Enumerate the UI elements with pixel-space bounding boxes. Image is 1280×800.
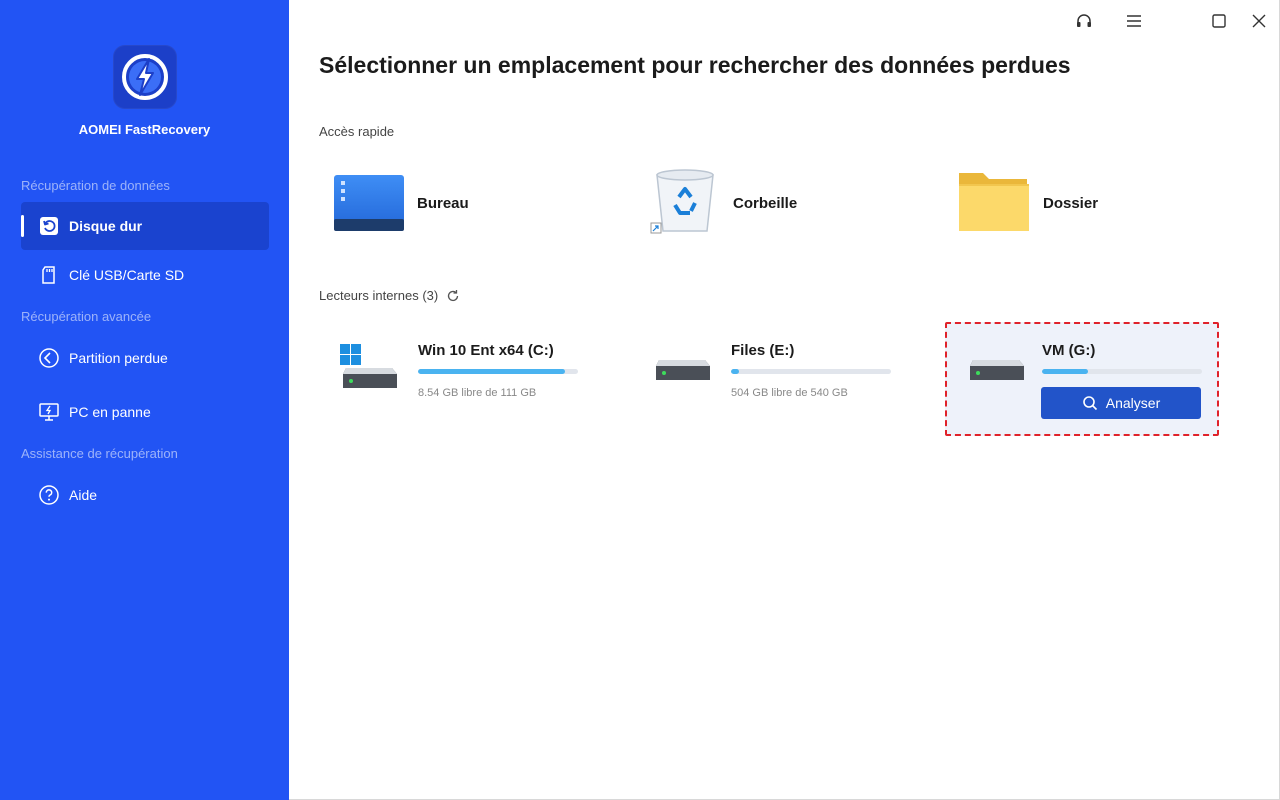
partition-icon [37, 346, 61, 370]
sidebar-item-label: PC en panne [69, 404, 151, 420]
app-name: AOMEI FastRecovery [78, 122, 211, 137]
quick-item-folder[interactable]: Dossier [957, 165, 1098, 241]
section-data-recovery: Récupération de données [21, 178, 170, 193]
quick-item-label: Dossier [1043, 194, 1099, 212]
analyze-button[interactable]: Analyser [1041, 387, 1201, 419]
page-title: Sélectionner un emplacement pour recherc… [319, 52, 1071, 78]
drive-free-space: 8.54 GB libre de 111 GB [418, 387, 537, 399]
hard-drive-icon [967, 358, 1027, 395]
crashed-pc-icon [37, 400, 61, 424]
sidebar-item-label: Partition perdue [69, 350, 168, 366]
drive-name: VM (G:) [1042, 342, 1096, 359]
help-icon [37, 483, 61, 507]
close-icon[interactable] [1248, 10, 1270, 32]
folder-icon [957, 169, 1031, 238]
quick-item-label: Corbeille [733, 194, 798, 212]
sidebar-item-label: Clé USB/Carte SD [69, 267, 185, 283]
refresh-icon[interactable] [446, 289, 460, 303]
sidebar-item-help[interactable]: Aide [21, 471, 269, 519]
drive-name: Files (E:) [731, 342, 795, 359]
quick-item-desktop[interactable]: Bureau [333, 165, 469, 241]
maximize-icon[interactable] [1208, 10, 1230, 32]
drive-name: Win 10 Ent x64 (C:) [418, 342, 554, 359]
drive-card-g[interactable]: VM (G:) Analyser [945, 322, 1219, 436]
drive-usage-fill [731, 369, 739, 374]
sidebar-item-hard-disk[interactable]: Disque dur [21, 202, 269, 250]
sidebar-item-label: Aide [69, 487, 98, 503]
lightning-logo-icon [122, 54, 168, 100]
drive-card-c[interactable]: Win 10 Ent x64 (C:) 8.54 GB libre de 111… [320, 322, 600, 436]
drive-free-space: 504 GB libre de 540 GB [731, 387, 848, 399]
menu-icon[interactable] [1123, 10, 1145, 32]
search-icon [1082, 396, 1097, 411]
quick-item-label: Bureau [417, 194, 469, 212]
sidebar-item-usb-sd[interactable]: Clé USB/Carte SD [21, 251, 269, 299]
drive-usage-fill [1042, 369, 1089, 374]
sidebar-item-lost-partition[interactable]: Partition perdue [21, 334, 269, 382]
drive-usage-fill [418, 369, 566, 374]
hard-disk-icon [37, 214, 61, 238]
quick-access-title: Accès rapide [319, 124, 395, 139]
active-marker [21, 215, 24, 237]
hard-drive-icon [340, 344, 400, 395]
headset-icon[interactable] [1073, 10, 1095, 32]
drive-usage-bar [731, 369, 891, 374]
main-content: Sélectionner un emplacement pour recherc… [289, 0, 1280, 800]
drive-usage-bar [1042, 369, 1202, 374]
sidebar: AOMEI FastRecovery Récupération de donné… [0, 0, 289, 800]
recycle-bin-icon [649, 165, 721, 242]
internal-drives-header: Lecteurs internes (3) [319, 288, 460, 303]
internal-drives-title: Lecteurs internes (3) [319, 288, 439, 303]
section-advanced-recovery: Récupération avancée [21, 309, 152, 324]
section-recovery-assistance: Assistance de récupération [21, 446, 178, 461]
desktop-icon [333, 169, 405, 238]
sidebar-item-label: Disque dur [69, 218, 143, 234]
app-logo [113, 45, 177, 109]
drive-card-e[interactable]: Files (E:) 504 GB libre de 540 GB [633, 322, 913, 436]
hard-drive-icon [653, 358, 713, 395]
sd-card-icon [37, 263, 61, 287]
analyze-button-label: Analyser [1105, 395, 1161, 411]
quick-item-recycle-bin[interactable]: Corbeille [649, 165, 797, 241]
drive-usage-bar [418, 369, 578, 374]
sidebar-item-crashed-pc[interactable]: PC en panne [21, 388, 269, 436]
